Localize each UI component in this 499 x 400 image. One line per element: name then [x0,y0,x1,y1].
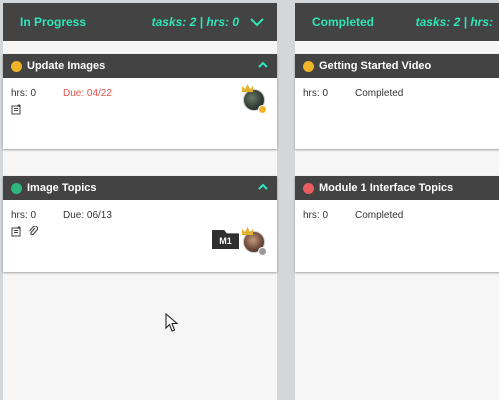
card-title: Image Topics [27,182,97,194]
description-icon [11,104,21,115]
column-title: In Progress [20,15,87,29]
column-title: Completed [312,15,375,29]
card-header[interactable]: Getting Started Video [295,54,499,78]
chevron-down-icon[interactable] [249,16,265,28]
module-tag-label: M1 [219,236,232,246]
due-date: Due: 04/22 [63,87,112,99]
task-card[interactable]: Update Images hrs: 0 Due: 04/22 [3,54,277,149]
crown-icon [242,227,253,235]
chevron-up-icon[interactable] [258,61,268,69]
crown-icon [242,84,253,92]
column-stats: tasks: 2 | hrs: [415,15,493,29]
mouse-cursor-icon [165,313,179,332]
attachment-icon [29,226,39,236]
status-dot [11,182,22,194]
completed-label: Completed [355,87,404,99]
hours-label: hrs: 0 [11,87,37,99]
card-body: hrs: 0 Due: 04/22 [3,78,277,115]
task-card[interactable]: Image Topics hrs: 0 Due: 06/13 M1 [3,176,277,272]
status-dot [303,182,314,194]
chevron-up-icon[interactable] [258,183,268,191]
presence-badge [258,105,267,114]
column-in-progress: In Progress tasks: 2 | hrs: 0 Update Ima… [3,3,277,400]
column-stats: tasks: 2 | hrs: 0 [151,15,239,29]
card-body: hrs: 0 Completed [295,200,499,222]
card-header[interactable]: Image Topics [3,176,277,200]
card-body: hrs: 0 Due: 06/13 M1 [3,200,277,256]
task-card[interactable]: Getting Started Video hrs: 0 Completed [295,54,499,149]
completed-label: Completed [355,209,404,221]
hours-label: hrs: 0 [303,87,329,99]
card-title: Getting Started Video [319,60,432,72]
due-date: Due: 06/13 [63,209,112,221]
card-title: Module 1 Interface Topics [319,182,454,194]
card-header[interactable]: Update Images [3,54,277,78]
card-body: hrs: 0 Completed [295,78,499,100]
status-dot [303,60,314,72]
status-dot [11,60,22,72]
hours-label: hrs: 0 [303,209,329,221]
column-completed: Completed tasks: 2 | hrs: Getting Starte… [295,3,499,400]
card-header[interactable]: Module 1 Interface Topics [295,176,499,200]
card-title: Update Images [27,60,106,72]
hours-label: hrs: 0 [11,209,37,221]
task-card[interactable]: Module 1 Interface Topics hrs: 0 Complet… [295,176,499,272]
column-header[interactable]: In Progress tasks: 2 | hrs: 0 [3,3,277,41]
description-icon [11,226,21,237]
column-header[interactable]: Completed tasks: 2 | hrs: [295,3,499,41]
presence-badge [258,247,267,256]
